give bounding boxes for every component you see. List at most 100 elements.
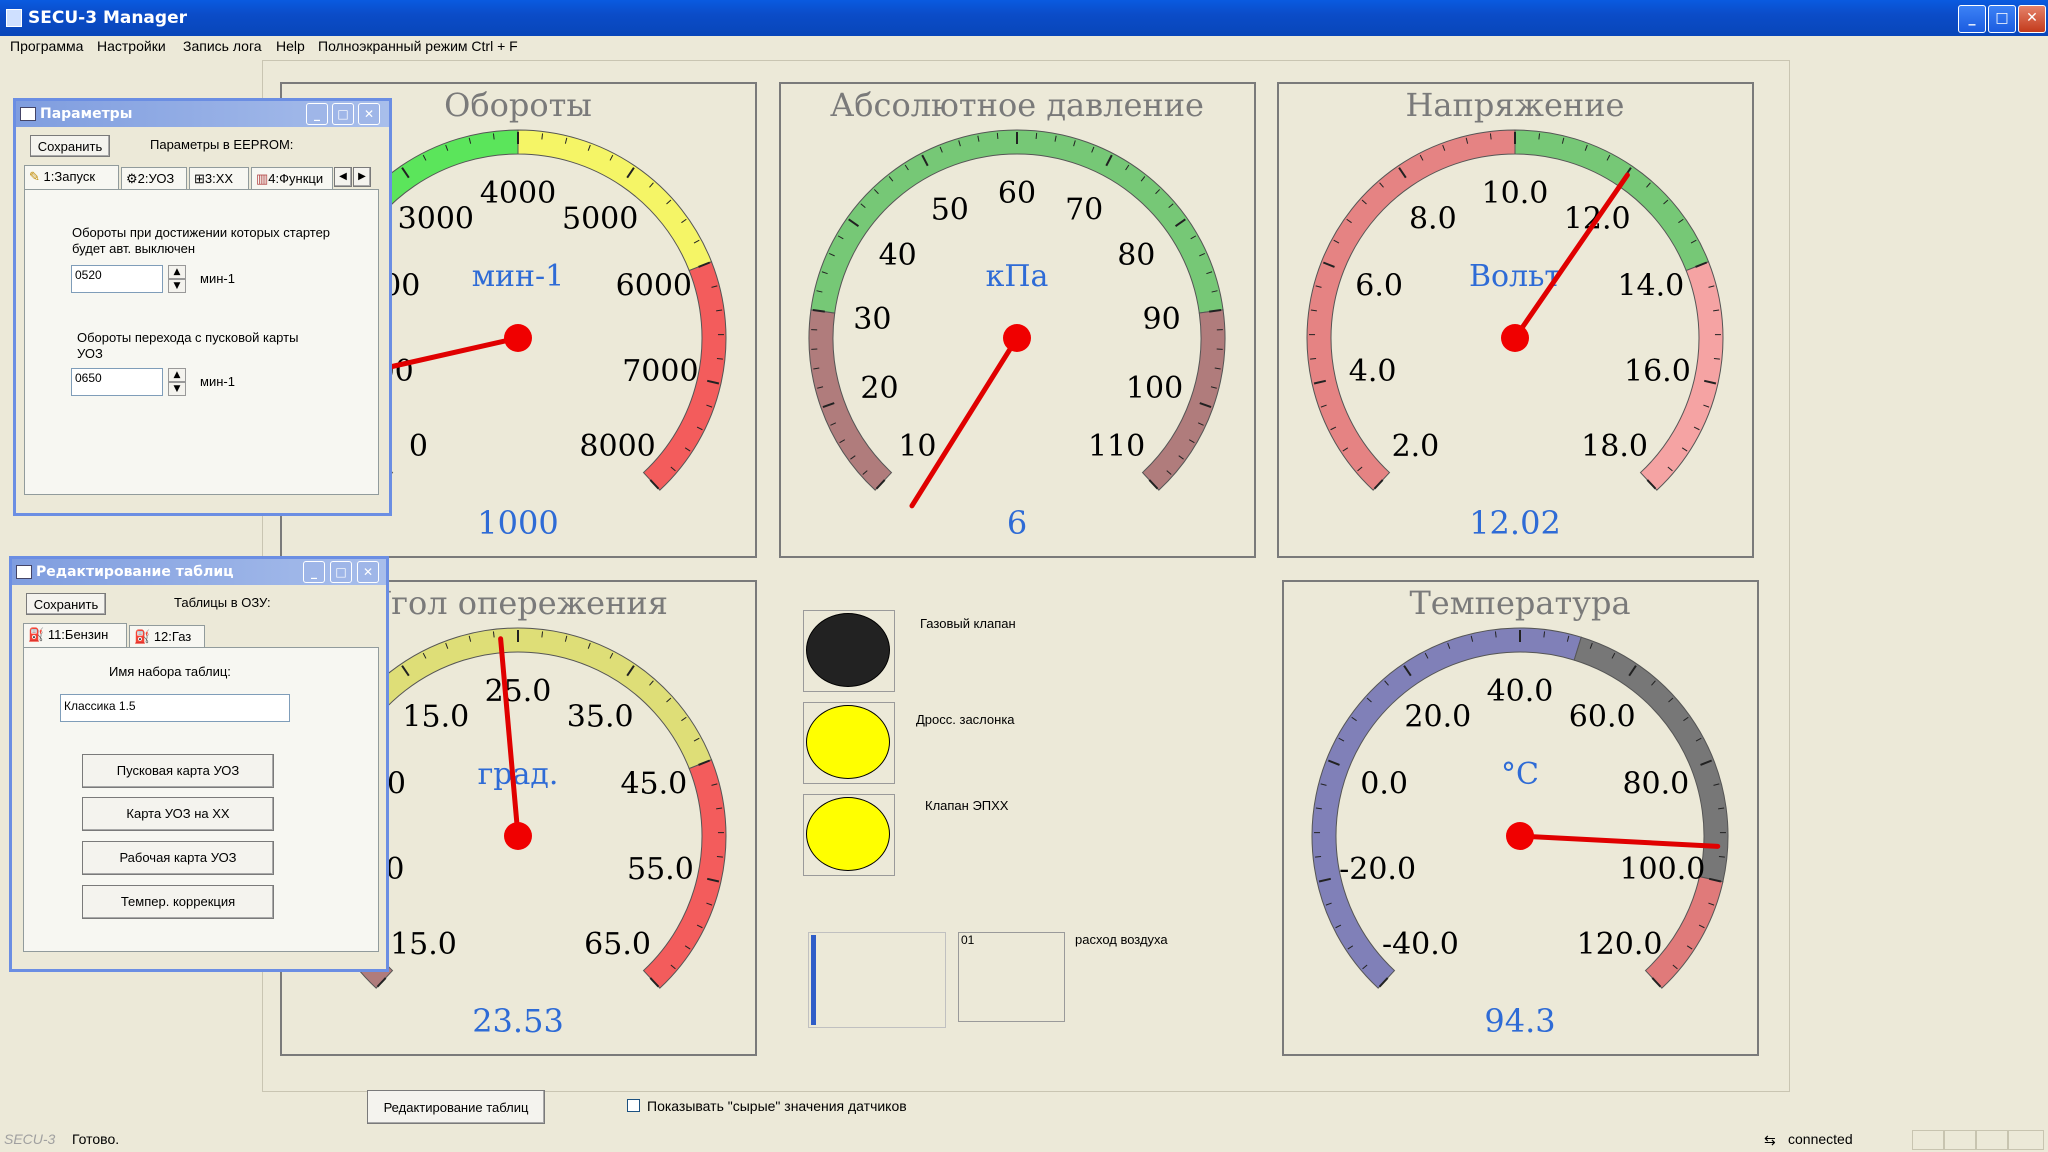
field1-input[interactable]: 0520 bbox=[71, 265, 163, 293]
voltage-tick-label: 18.0 bbox=[1581, 429, 1648, 464]
temperature-tick-label: 20.0 bbox=[1404, 699, 1471, 734]
pressure-gauge-svg: 1020 30 40 50 60 70 80 90 100 110 Абсолютное давле… bbox=[808, 86, 1226, 542]
rpm-tick-label: 5000 bbox=[562, 201, 638, 236]
tables-dialog-title: Редактирование таблиц bbox=[36, 564, 234, 580]
tab-scroll-left-button[interactable]: ◀ bbox=[334, 167, 352, 187]
temperature-needle bbox=[1517, 833, 1721, 849]
pressure-tick-label: 40 bbox=[879, 238, 917, 273]
tab-functions[interactable]: ▥4:Функци bbox=[251, 167, 333, 189]
pressure-needle bbox=[909, 335, 1020, 509]
menu-settings[interactable]: Настройки bbox=[97, 38, 166, 54]
rpm-tick-label: 7000 bbox=[622, 354, 698, 389]
menu-log[interactable]: Запись лога bbox=[183, 38, 262, 54]
rpm-tick-label: 3000 bbox=[398, 201, 474, 236]
pressure-tick-label: 70 bbox=[1065, 192, 1103, 227]
status-panel bbox=[1944, 1130, 1976, 1150]
pressure-tick bbox=[996, 132, 999, 139]
temperature-needle-hub bbox=[1506, 822, 1534, 850]
advance-unit: град. bbox=[478, 757, 559, 792]
voltage-gauge: 2.04.06.08.010.012.014.016.018.0Напряжен… bbox=[1277, 82, 1754, 558]
temperature-tick-label: -20.0 bbox=[1339, 852, 1416, 887]
field1-spin-down[interactable]: ▼ bbox=[168, 279, 186, 293]
work-map-button[interactable]: Рабочая карта УОЗ bbox=[82, 841, 274, 875]
tab-gas[interactable]: ⛽ 12:Газ bbox=[129, 625, 205, 647]
advance-tick bbox=[492, 631, 495, 638]
pressure-title: Абсолютное давление bbox=[830, 86, 1204, 124]
advance-tick-label: 55.0 bbox=[627, 852, 694, 887]
window-title: SECU-3 Manager bbox=[28, 8, 187, 28]
tab-advance[interactable]: ⚙2:УОЗ bbox=[121, 167, 187, 189]
voltage-tick-label: 10.0 bbox=[1482, 176, 1549, 211]
title-bar[interactable]: SECU-3 Manager _ □ ✕ bbox=[0, 0, 2048, 36]
pressure-tick-label: 60 bbox=[998, 176, 1036, 211]
advance-tick-label: 35.0 bbox=[567, 699, 634, 734]
pressure-tick-label: 20 bbox=[860, 371, 898, 406]
params-minimize-button[interactable]: _ bbox=[306, 103, 328, 125]
advance-tick-label: 65.0 bbox=[584, 927, 651, 962]
rpm-value: 1000 bbox=[477, 504, 558, 542]
tab-idle[interactable]: ⊞3:ХХ bbox=[189, 167, 249, 189]
tables-minimize-button[interactable]: _ bbox=[303, 561, 325, 583]
params-close-button[interactable]: ✕ bbox=[358, 103, 380, 125]
voltage-tick-label: 16.0 bbox=[1624, 354, 1691, 389]
field1-spin-up[interactable]: ▲ bbox=[168, 265, 186, 279]
close-button[interactable]: ✕ bbox=[2018, 5, 2046, 33]
rpm-title: Обороты bbox=[444, 86, 592, 124]
field2-spin-up[interactable]: ▲ bbox=[168, 368, 186, 382]
minimize-button[interactable]: _ bbox=[1958, 5, 1986, 33]
status-bar: SECU-3 Готово. ⇆ connected bbox=[0, 1126, 2048, 1152]
menu-bar: Программа Настройки Запись лога Help Пол… bbox=[0, 36, 2048, 58]
voltage-tick-label: 6.0 bbox=[1355, 268, 1403, 303]
tables-save-button[interactable]: Сохранить bbox=[26, 593, 106, 615]
rpm-unit: мин-1 bbox=[472, 259, 565, 294]
table-edit-tab-button[interactable]: Редактирование таблиц bbox=[367, 1090, 545, 1124]
tables-dialog: Редактирование таблиц _ □ ✕ Сохранить Та… bbox=[9, 556, 389, 972]
idle-map-button[interactable]: Карта УОЗ на ХХ bbox=[82, 797, 274, 831]
maximize-button[interactable]: □ bbox=[1988, 5, 2016, 33]
menu-fullscreen[interactable]: Полноэкранный режим Ctrl + F bbox=[318, 38, 518, 54]
rpm-tick bbox=[716, 358, 723, 360]
voltage-tick-label: 2.0 bbox=[1392, 429, 1440, 464]
temperature-value: 94.3 bbox=[1484, 1002, 1555, 1040]
params-save-button[interactable]: Сохранить bbox=[30, 135, 110, 157]
status-panel bbox=[2008, 1130, 2044, 1150]
airflow-bar bbox=[808, 932, 946, 1028]
menu-help[interactable]: Help bbox=[276, 38, 305, 54]
airflow-bar-fill bbox=[811, 935, 816, 1025]
temp-correction-button[interactable]: Темпер. коррекция bbox=[82, 885, 274, 919]
start-map-button[interactable]: Пусковая карта УОЗ bbox=[82, 754, 274, 788]
rpm-needle-hub bbox=[504, 324, 532, 352]
temperature-unit: °C bbox=[1501, 757, 1539, 792]
params-maximize-button[interactable]: □ bbox=[332, 103, 354, 125]
voltage-tick-label: 4.0 bbox=[1349, 354, 1397, 389]
set-name-input[interactable]: Классика 1.5 bbox=[60, 694, 290, 722]
advance-tick bbox=[541, 631, 544, 638]
rpm-tick-label: 0 bbox=[409, 429, 428, 464]
tables-close-button[interactable]: ✕ bbox=[357, 561, 379, 583]
status-panel bbox=[1912, 1130, 1944, 1150]
voltage-title: Напряжение bbox=[1406, 86, 1625, 124]
field2-spin-down[interactable]: ▼ bbox=[168, 382, 186, 396]
gas-valve-lamp bbox=[806, 613, 890, 687]
raw-values-label: Показывать "сырые" значения датчиков bbox=[647, 1098, 907, 1114]
advance-icon: ⚙ bbox=[126, 171, 138, 186]
field2-input[interactable]: 0650 bbox=[71, 368, 163, 396]
tables-dialog-titlebar[interactable]: Редактирование таблиц _ □ ✕ bbox=[12, 559, 386, 585]
tab-petrol[interactable]: ⛽ 11:Бензин bbox=[23, 623, 127, 647]
advance-tick-label: 15.0 bbox=[402, 699, 469, 734]
pressure-gauge: 10 20 30 40 50 60 70 80 90 100 110 Абсолютное давле… bbox=[779, 82, 1256, 558]
pressure-tick-label: 10 bbox=[898, 429, 936, 464]
airflow-value: 01 bbox=[961, 933, 975, 947]
raw-values-checkbox[interactable] bbox=[627, 1099, 640, 1112]
params-dialog-titlebar[interactable]: Параметры _ □ ✕ bbox=[16, 101, 389, 127]
rpm-tick-label: 4000 bbox=[480, 176, 556, 211]
advance-needle bbox=[498, 636, 521, 839]
tab-scroll-right-button[interactable]: ▶ bbox=[353, 167, 371, 187]
menu-program[interactable]: Программа bbox=[10, 38, 83, 54]
voltage-value: 12.02 bbox=[1469, 504, 1561, 542]
fuel-pump-icon: ⛽ bbox=[134, 629, 151, 644]
tab-start[interactable]: ✎ 1:Запуск bbox=[24, 165, 119, 189]
tables-maximize-button[interactable]: □ bbox=[330, 561, 352, 583]
window-icon bbox=[20, 107, 36, 121]
pressure-value: 6 bbox=[1007, 504, 1027, 542]
